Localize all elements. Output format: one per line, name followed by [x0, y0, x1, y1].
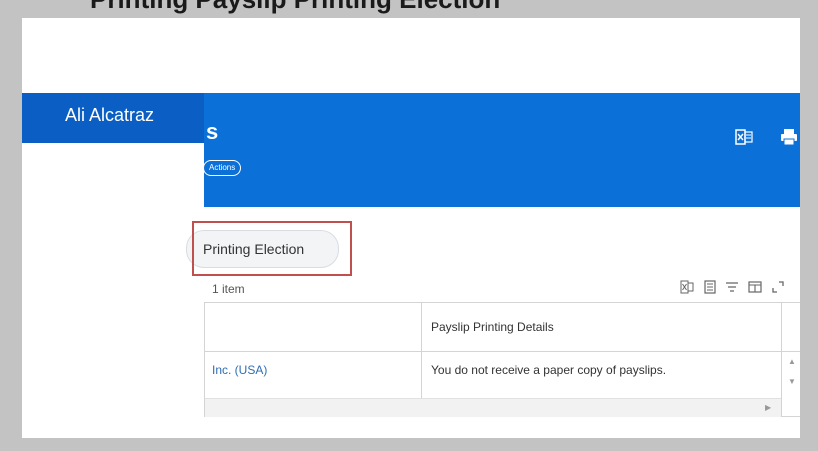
payslip-table: Payslip Printing Details Inc. (USA) You … — [204, 302, 800, 417]
highlight-annotation — [192, 221, 352, 276]
columns-icon[interactable] — [748, 280, 762, 294]
excel-icon[interactable] — [735, 128, 753, 146]
horizontal-scrollbar[interactable]: ▶ — [205, 398, 781, 417]
column-divider — [421, 303, 422, 398]
column-divider — [781, 303, 782, 416]
table-header-row: Payslip Printing Details — [205, 303, 800, 352]
print-icon[interactable] — [780, 128, 798, 146]
scroll-down-arrow[interactable]: ▼ — [788, 377, 796, 386]
filter-icon[interactable] — [725, 280, 739, 294]
actions-button[interactable]: Actions — [203, 160, 242, 176]
column-header-details: Payslip Printing Details — [431, 320, 554, 334]
user-menu-body — [22, 143, 204, 438]
company-link[interactable]: Inc. (USA) — [212, 363, 267, 377]
user-name: Ali Alcatraz — [65, 105, 155, 125]
payslip-details-cell: You do not receive a paper copy of paysl… — [431, 363, 667, 377]
user-menu-panel[interactable]: Ali Alcatraz — [22, 93, 204, 143]
scroll-up-arrow[interactable]: ▲ — [788, 357, 796, 366]
item-count: 1 item — [212, 282, 245, 296]
table-view-icon[interactable] — [703, 280, 717, 294]
page-title: s — [206, 119, 219, 144]
fullscreen-icon[interactable] — [771, 280, 785, 294]
workday-window: s Actions Ali Alcatraz Printing Election… — [22, 18, 800, 438]
excel-export-icon[interactable] — [680, 280, 694, 294]
scroll-right-arrow[interactable]: ▶ — [765, 403, 771, 412]
page-heading: Printing Payslip Printing Election — [90, 0, 500, 15]
